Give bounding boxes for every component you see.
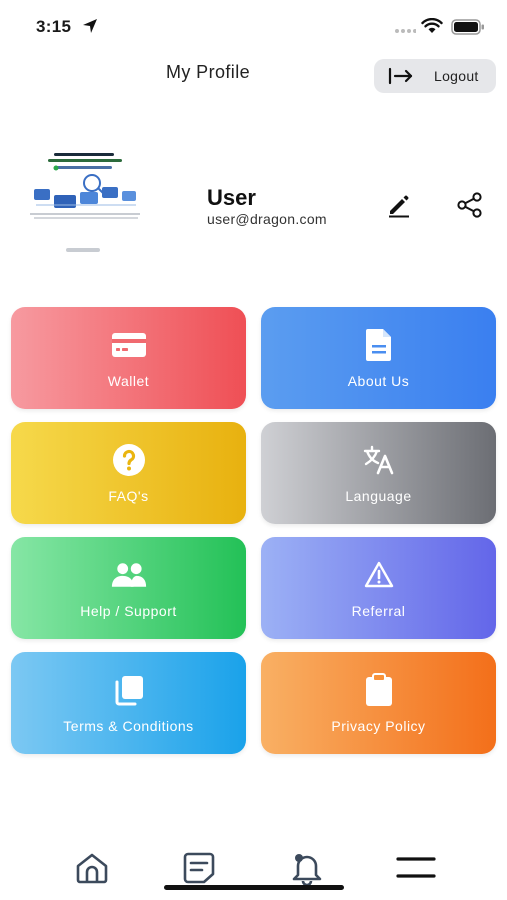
status-time: 3:15 [36,17,72,36]
user-email: user@dragon.com [207,211,327,227]
language-tile[interactable]: Language [261,422,496,524]
nav-home[interactable] [72,850,112,886]
users-icon [111,557,147,593]
nav-notifications[interactable] [287,850,327,886]
copy-icon [111,672,147,708]
bottom-navigation [0,840,507,900]
referral-tile[interactable]: Referral [261,537,496,639]
home-icon [76,853,108,884]
tile-label: Referral [351,603,406,619]
tile-label: Terms & Conditions [63,718,194,734]
terms-conditions-tile[interactable]: Terms & Conditions [11,652,246,754]
logout-label: Logout [434,68,479,84]
tile-label: Privacy Policy [331,718,426,734]
cellular-signal-icon [395,29,416,33]
bell-icon [292,854,322,885]
battery-icon [451,19,484,35]
user-name: User [207,185,256,210]
tile-label: About Us [347,373,410,389]
credit-card-icon [111,327,147,363]
privacy-policy-tile[interactable]: Privacy Policy [261,652,496,754]
tile-label: Help / Support [80,603,177,619]
translate-icon [361,442,397,478]
logout-arrow-icon [388,67,413,85]
edit-pencil-icon[interactable] [386,192,412,218]
status-bar: 3:15 [0,0,507,50]
nav-notes[interactable] [179,850,219,886]
home-indicator [164,885,344,890]
location-arrow-icon [83,19,97,33]
tile-label: Language [345,488,412,504]
faqs-tile[interactable]: FAQ's [11,422,246,524]
profile-avatar[interactable] [26,147,144,255]
about-us-tile[interactable]: About Us [261,307,496,409]
help-support-tile[interactable]: Help / Support [11,537,246,639]
notes-icon [183,852,215,884]
menu-icon [396,857,436,878]
page-title: My Profile [165,62,250,82]
wallet-tile[interactable]: Wallet [11,307,246,409]
logout-button[interactable]: Logout [374,59,496,93]
document-icon [361,327,397,363]
warning-triangle-icon [361,557,397,593]
question-circle-icon [111,442,147,478]
tile-label: Wallet [107,373,150,389]
clipboard-icon [361,672,397,708]
nav-menu[interactable] [396,850,436,886]
tile-label: FAQ's [108,488,149,504]
share-icon[interactable] [456,191,484,219]
wifi-icon [421,18,443,33]
